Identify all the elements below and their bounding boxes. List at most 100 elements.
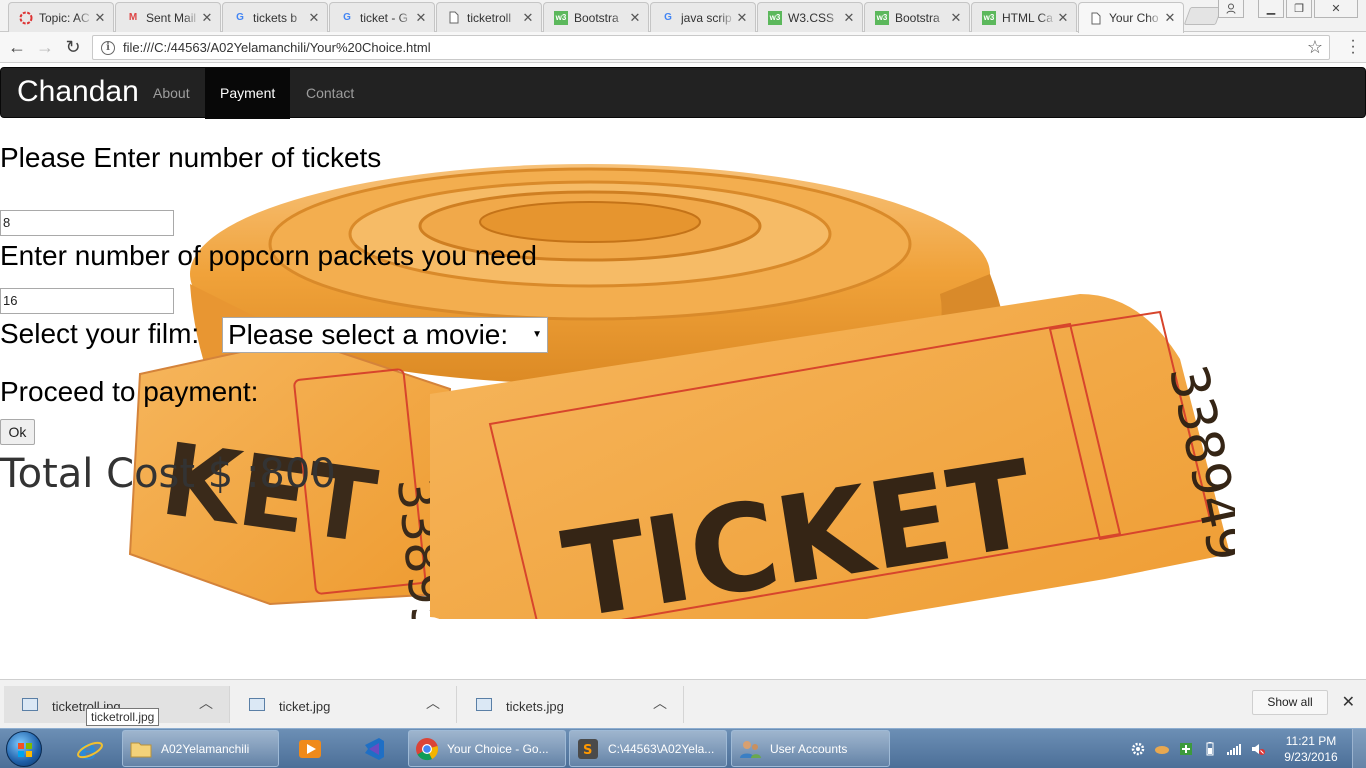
clock-date: 9/23/2016 [1284,750,1338,764]
browser-tab[interactable]: w3 W3.CSS ✕ [757,2,863,32]
taskbar-item-user-accounts[interactable]: User Accounts [731,730,890,767]
media-player-icon[interactable] [288,731,332,767]
browser-tab[interactable]: G java scrip ✕ [650,2,756,32]
network-signal-icon[interactable] [1226,741,1242,757]
taskbar-item-label: A02Yelamanchili [161,741,250,756]
sublime-icon: S [578,738,598,759]
tickets-label: Please Enter number of tickets [0,142,382,173]
show-all-button[interactable]: Show all [1252,690,1328,715]
close-tab-icon[interactable]: ✕ [949,10,963,26]
browser-tab[interactable]: Topic: AC ✕ [8,2,114,32]
google-icon: G [343,12,351,23]
movie-select-value: Please select a movie: [228,319,509,350]
image-file-icon [476,698,492,711]
close-tab-icon[interactable]: ✕ [842,10,856,26]
movie-select[interactable]: Please select a movie: ▼ [222,317,548,353]
google-icon: G [236,12,244,23]
taskbar-item-label: Your Choice - Go... [447,741,549,756]
close-tab-icon[interactable]: ✕ [521,10,535,26]
proceed-label: Proceed to payment: [0,376,259,407]
show-desktop-button[interactable] [1352,729,1366,768]
download-item[interactable]: tickets.jpg ︿ [458,686,684,723]
tickets-input[interactable]: 8 [0,210,174,236]
browser-tab-strip: Topic: AC ✕ M Sent Mail ✕ G tickets b ✕ … [0,0,1366,33]
taskbar-item-label: C:\44563\A02Yela... [608,741,715,756]
w3schools-icon: w3 [768,10,782,25]
dropdown-arrow-icon: ▼ [532,329,542,340]
browser-tab[interactable]: w3 HTML Ca ✕ [971,2,1077,32]
info-icon[interactable]: i [101,40,115,55]
browser-tab[interactable]: G tickets b ✕ [222,2,328,32]
taskbar-item-chrome[interactable]: Your Choice - Go... [408,730,566,767]
window-controls: ▁ ❐ ✕ [1216,0,1358,18]
svg-text:S: S [583,743,592,758]
system-tray: 11:21 PM 9/23/2016 [1130,729,1366,768]
close-tab-icon[interactable]: ✕ [1163,10,1177,26]
download-file-name: ticket.jpg [279,699,331,714]
close-tab-icon[interactable]: ✕ [200,10,214,26]
user-profile-icon[interactable] [1218,0,1244,18]
browser-menu-icon[interactable]: · · · [1350,33,1356,61]
tab-title: Your Cho [1109,11,1159,25]
visual-studio-icon[interactable] [352,731,396,767]
minimize-icon[interactable]: ▁ [1258,0,1284,18]
reload-icon[interactable]: ↻ [62,36,84,58]
taskbar-item-folder[interactable]: A02Yelamanchili [122,730,279,767]
folder-icon [130,742,152,757]
browser-tab[interactable]: M Sent Mail ✕ [115,2,221,32]
battery-icon[interactable] [1202,741,1218,757]
browser-tab[interactable]: w3 Bootstra ✕ [543,2,649,32]
chevron-up-icon[interactable]: ︿ [426,693,440,713]
close-tab-icon[interactable]: ✕ [1056,10,1070,26]
address-bar[interactable]: i file:///C:/44563/A02Yelamanchili/Your%… [92,35,1330,60]
settings-gear-icon[interactable] [1130,741,1146,757]
chevron-up-icon[interactable]: ︿ [653,693,667,713]
tab-title: ticket - G [360,10,409,25]
cloud-icon[interactable] [1154,741,1170,757]
tab-title: W3.CSS [788,10,835,25]
users-icon [740,740,761,758]
forward-icon[interactable]: → [34,36,56,58]
popcorn-input[interactable]: 16 [0,288,174,314]
red-circle-icon [19,11,33,25]
close-tab-icon[interactable]: ✕ [307,10,321,26]
taskbar-clock[interactable]: 11:21 PM 9/23/2016 [1274,733,1348,765]
tab-title: tickets b [253,10,298,25]
browser-tab-active[interactable]: Your Cho ✕ [1078,2,1184,33]
close-tab-icon[interactable]: ✕ [414,10,428,26]
film-label: Select your film: [0,318,200,349]
close-tab-icon[interactable]: ✕ [93,10,107,26]
tab-title: Bootstra [895,10,940,25]
tab-title: HTML Ca [1002,10,1053,25]
download-item[interactable]: ticket.jpg ︿ [231,686,457,723]
close-window-icon[interactable]: ✕ [1314,0,1358,18]
bookmark-star-icon[interactable]: ☆ [1307,37,1323,58]
tab-title: java scrip [681,10,732,25]
close-tab-icon[interactable]: ✕ [735,10,749,26]
ok-button[interactable]: Ok [0,419,35,445]
file-icon [447,11,461,25]
browser-tab[interactable]: w3 Bootstra ✕ [864,2,970,32]
security-shield-icon[interactable] [1178,741,1194,757]
chevron-up-icon[interactable]: ︿ [199,693,213,713]
start-button[interactable] [6,731,42,767]
chrome-icon [416,737,438,760]
close-tab-icon[interactable]: ✕ [628,10,642,26]
back-icon[interactable]: ← [6,36,28,58]
file-icon [1089,11,1103,25]
restore-icon[interactable]: ❐ [1286,0,1312,18]
internet-explorer-icon[interactable]: e [68,731,112,767]
tab-title: Bootstra [574,10,619,25]
w3schools-icon: w3 [554,10,568,25]
browser-tab[interactable]: G ticket - G ✕ [329,2,435,32]
google-icon: G [664,12,672,23]
taskbar-item-sublime[interactable]: S C:\44563\A02Yela... [569,730,727,767]
close-downloads-icon[interactable]: ✕ [1342,692,1355,712]
download-file-name: tickets.jpg [506,699,564,714]
browser-tab[interactable]: ticketroll ✕ [436,2,542,32]
clock-time: 11:21 PM [1285,734,1337,748]
volume-muted-icon[interactable] [1250,741,1266,757]
browser-toolbar: ← → ↻ i file:///C:/44563/A02Yelamanchili… [0,32,1366,63]
image-file-icon [22,698,38,711]
url-text: file:///C:/44563/A02Yelamanchili/Your%20… [123,40,431,55]
